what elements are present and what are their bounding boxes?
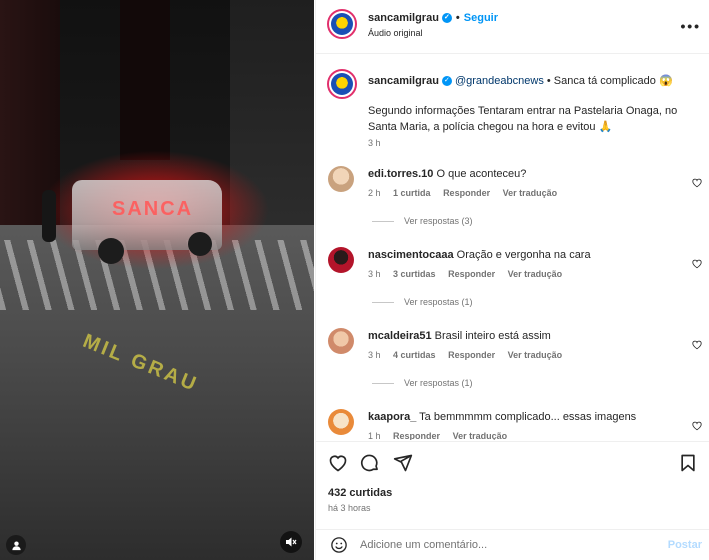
- person-icon: [11, 540, 21, 550]
- comment-text: Brasil inteiro está assim: [434, 330, 551, 342]
- car-wheel-rear: [188, 232, 212, 256]
- reel-video[interactable]: SANCA MIL GRAU: [0, 0, 314, 560]
- commenter-username[interactable]: kaapora_: [368, 411, 416, 423]
- comment-item: edi.torres.10 O que aconteceu? 2 h 1 cur…: [316, 166, 709, 246]
- follow-button[interactable]: Seguir: [464, 12, 498, 24]
- translate-button[interactable]: Ver tradução: [503, 188, 558, 198]
- view-replies-button[interactable]: Ver respostas (1): [372, 297, 473, 307]
- view-replies-button[interactable]: Ver respostas (3): [372, 216, 473, 226]
- separator-dot: •: [455, 12, 460, 24]
- car-lettering: SANCA: [112, 198, 194, 220]
- caption-time: 3 h: [368, 138, 381, 148]
- comment-text: Ta bemmmmm complicado... essas imagens: [419, 411, 637, 423]
- caption-title: • Sanca tá complicado 😱: [546, 75, 673, 87]
- heart-outline-icon[interactable]: [692, 421, 702, 431]
- post-comment-button[interactable]: Postar: [668, 539, 702, 551]
- post-age: há 3 horas: [328, 503, 371, 513]
- comment-item: kaapora_ Ta bemmmmm complicado... essas …: [316, 409, 709, 440]
- speaker-muted-icon: [286, 537, 297, 547]
- post-actions: 432 curtidas há 3 horas: [316, 441, 709, 528]
- translate-button[interactable]: Ver tradução: [453, 431, 508, 440]
- caption-body: Segundo informações Tentaram entrar na P…: [368, 105, 678, 133]
- verified-badge-icon: ✓: [441, 13, 452, 24]
- caption-title-line: sancamilgrau ✓ @grandeabcnews • Sanca tá …: [368, 74, 673, 87]
- commenter-username[interactable]: edi.torres.10: [368, 168, 433, 180]
- reply-button[interactable]: Responder: [393, 431, 440, 440]
- heart-outline-icon[interactable]: [692, 340, 702, 350]
- view-replies-button[interactable]: Ver respostas (1): [372, 378, 473, 388]
- comment-text: Oração e vergonha na cara: [456, 249, 591, 261]
- heart-outline-icon[interactable]: [692, 259, 702, 269]
- comment-meta: 3 h 4 curtidas Responder Ver tradução: [368, 350, 572, 360]
- commenter-avatar[interactable]: [328, 409, 354, 435]
- comment-text-line: edi.torres.10 O que aconteceu?: [368, 168, 526, 180]
- comment-item: mcaldeira51 Brasil inteiro está assim 3 …: [316, 328, 709, 408]
- audio-label[interactable]: Áudio original: [368, 28, 423, 38]
- reply-button[interactable]: Responder: [448, 350, 495, 360]
- comments-list[interactable]: sancamilgrau ✓ @grandeabcnews • Sanca tá …: [316, 55, 709, 440]
- add-comment-bar: Postar: [316, 529, 709, 560]
- post-header: sancamilgrau ✓ • Seguir Áudio original • • …: [316, 0, 709, 54]
- reply-button[interactable]: Responder: [448, 269, 495, 279]
- more-options-icon[interactable]: • • •: [681, 18, 700, 34]
- emoji-icon[interactable]: [330, 536, 348, 554]
- commenter-avatar[interactable]: [328, 247, 354, 273]
- commenter-avatar[interactable]: [328, 328, 354, 354]
- author-username[interactable]: sancamilgrau: [368, 12, 439, 24]
- heart-outline-icon[interactable]: [692, 178, 702, 188]
- author-line: sancamilgrau ✓ • Seguir: [368, 12, 498, 24]
- commenter-avatar[interactable]: [328, 166, 354, 192]
- like-heart-icon[interactable]: [328, 453, 348, 473]
- reply-button[interactable]: Responder: [443, 188, 490, 198]
- comment-item: nascimentocaaa Oração e vergonha na cara…: [316, 247, 709, 327]
- author-avatar[interactable]: [327, 9, 357, 39]
- comment-bubble-icon[interactable]: [360, 453, 380, 473]
- comment-likes[interactable]: 3 curtidas: [393, 269, 436, 279]
- car-wheel-front: [98, 238, 124, 264]
- translate-button[interactable]: Ver tradução: [508, 350, 563, 360]
- building-mid: [120, 0, 170, 160]
- comment-meta: 3 h 3 curtidas Responder Ver tradução: [368, 269, 572, 279]
- comment-time: 3 h: [368, 269, 381, 279]
- comment-meta: 2 h 1 curtida Responder Ver tradução: [368, 188, 567, 198]
- verified-badge-icon: ✓: [441, 76, 452, 87]
- comment-input[interactable]: [360, 536, 660, 554]
- like-count[interactable]: 432 curtidas: [328, 487, 392, 499]
- comment-text: O que aconteceu?: [436, 168, 527, 180]
- comment-text-line: nascimentocaaa Oração e vergonha na cara: [368, 249, 591, 261]
- comment-time: 2 h: [368, 188, 381, 198]
- caption-avatar[interactable]: [327, 69, 357, 99]
- comment-likes[interactable]: 1 curtida: [393, 188, 431, 198]
- caption-mention[interactable]: @grandeabcnews: [455, 75, 544, 87]
- user-tag-button[interactable]: [6, 535, 26, 555]
- comment-text-line: kaapora_ Ta bemmmmm complicado... essas …: [368, 411, 636, 423]
- person-silhouette: [42, 190, 56, 242]
- comment-time: 1 h: [368, 431, 381, 440]
- comment-time: 3 h: [368, 350, 381, 360]
- translate-button[interactable]: Ver tradução: [508, 269, 563, 279]
- comment-text-line: mcaldeira51 Brasil inteiro está assim: [368, 330, 551, 342]
- share-send-icon[interactable]: [393, 453, 413, 473]
- mute-button[interactable]: [280, 531, 302, 553]
- commenter-username[interactable]: mcaldeira51: [368, 330, 432, 342]
- bookmark-icon[interactable]: [678, 453, 698, 473]
- commenter-username[interactable]: nascimentocaaa: [368, 249, 454, 261]
- comment-likes[interactable]: 4 curtidas: [393, 350, 436, 360]
- post-panel: sancamilgrau ✓ • Seguir Áudio original • • …: [315, 0, 709, 560]
- comment-meta: 1 h Responder Ver tradução: [368, 431, 517, 440]
- caption-username[interactable]: sancamilgrau: [368, 75, 439, 87]
